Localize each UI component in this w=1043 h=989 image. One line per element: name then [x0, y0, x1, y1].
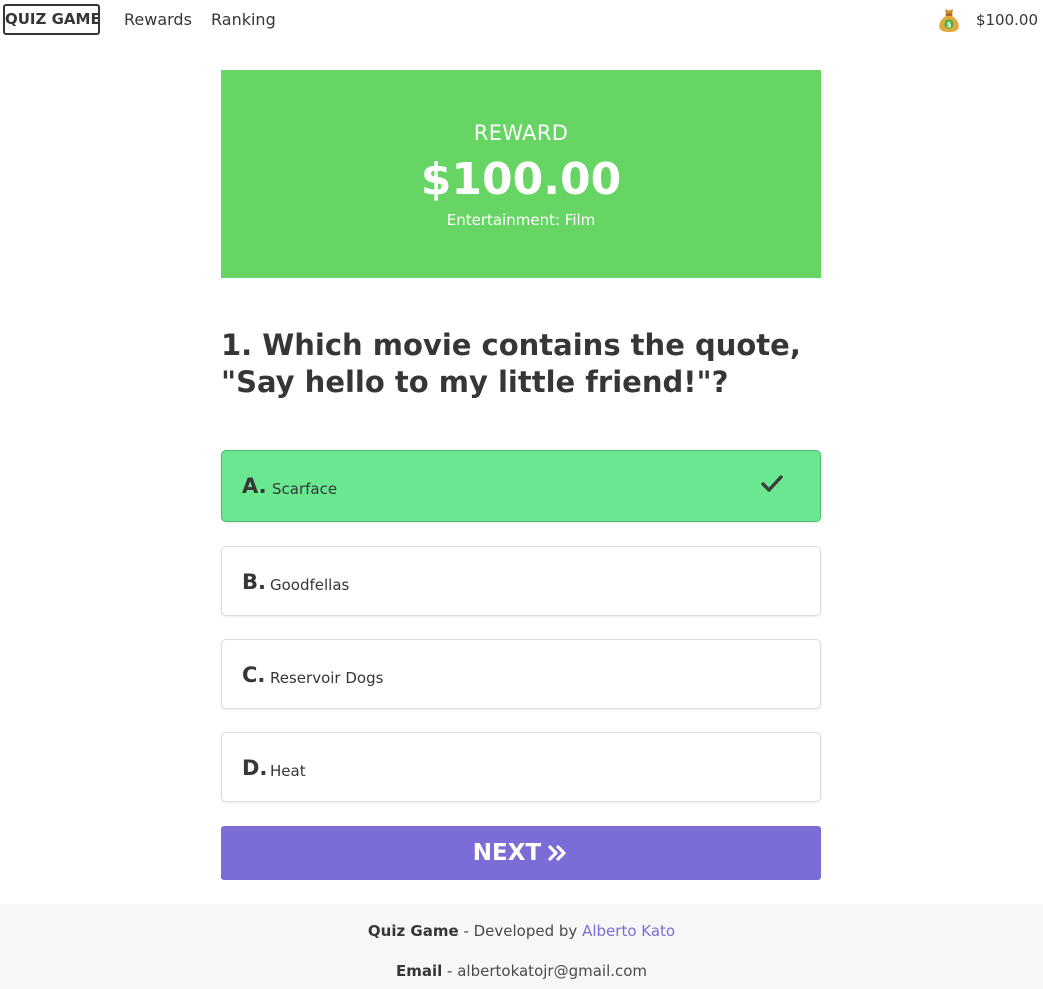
answer-text: Scarface: [272, 480, 338, 498]
answer-letter: D.: [242, 756, 268, 780]
double-chevron-right-icon: [547, 828, 569, 882]
footer-app-name: Quiz Game: [367, 922, 459, 940]
answer-text: Goodfellas: [270, 576, 350, 594]
navbar: QUIZ GAME Rewards Ranking $ $100.00: [0, 0, 1043, 40]
answer-letter: A.: [242, 474, 267, 498]
developer-link[interactable]: Alberto Kato: [582, 922, 675, 940]
question-text: 1. Which movie contains the quote, "Say …: [221, 328, 801, 399]
footer-contact: Email - albertokatojr@gmail.com: [0, 961, 1043, 981]
brand-logo[interactable]: QUIZ GAME: [3, 4, 101, 35]
footer: Quiz Game - Developed by Alberto Kato Em…: [0, 904, 1043, 989]
footer-email-label: Email: [395, 962, 443, 980]
answer-letter: B.: [242, 570, 266, 594]
money-bag-icon: $: [937, 7, 961, 33]
answer-option-d[interactable]: D. Heat: [221, 732, 821, 802]
answer-option-a[interactable]: A. Scarface: [221, 450, 821, 522]
answer-option-c[interactable]: C. Reservoir Dogs: [221, 639, 821, 709]
footer-credits: Quiz Game - Developed by Alberto Kato: [0, 921, 1043, 941]
answer-text: Reservoir Dogs: [270, 669, 384, 687]
reward-banner: REWARD $100.00 Entertainment: Film: [221, 70, 821, 278]
footer-developed-by: - Developed by: [463, 922, 578, 940]
next-button[interactable]: NEXT: [221, 826, 821, 880]
answer-letter: C.: [242, 663, 266, 687]
check-icon: [760, 473, 784, 495]
balance-amount: $100.00: [975, 11, 1038, 29]
answer-option-b[interactable]: B. Goodfellas: [221, 546, 821, 616]
reward-label: REWARD: [473, 121, 569, 145]
footer-email-separator: -: [447, 962, 453, 980]
nav-link-ranking[interactable]: Ranking: [211, 10, 276, 30]
footer-email: albertokatojr@gmail.com: [457, 962, 648, 980]
reward-amount: $100.00: [420, 154, 622, 205]
nav-link-rewards[interactable]: Rewards: [124, 10, 192, 30]
svg-text:$: $: [947, 21, 952, 29]
next-button-label: NEXT: [472, 840, 542, 866]
answer-text: Heat: [270, 762, 306, 780]
question-category: Entertainment: Film: [446, 211, 596, 229]
